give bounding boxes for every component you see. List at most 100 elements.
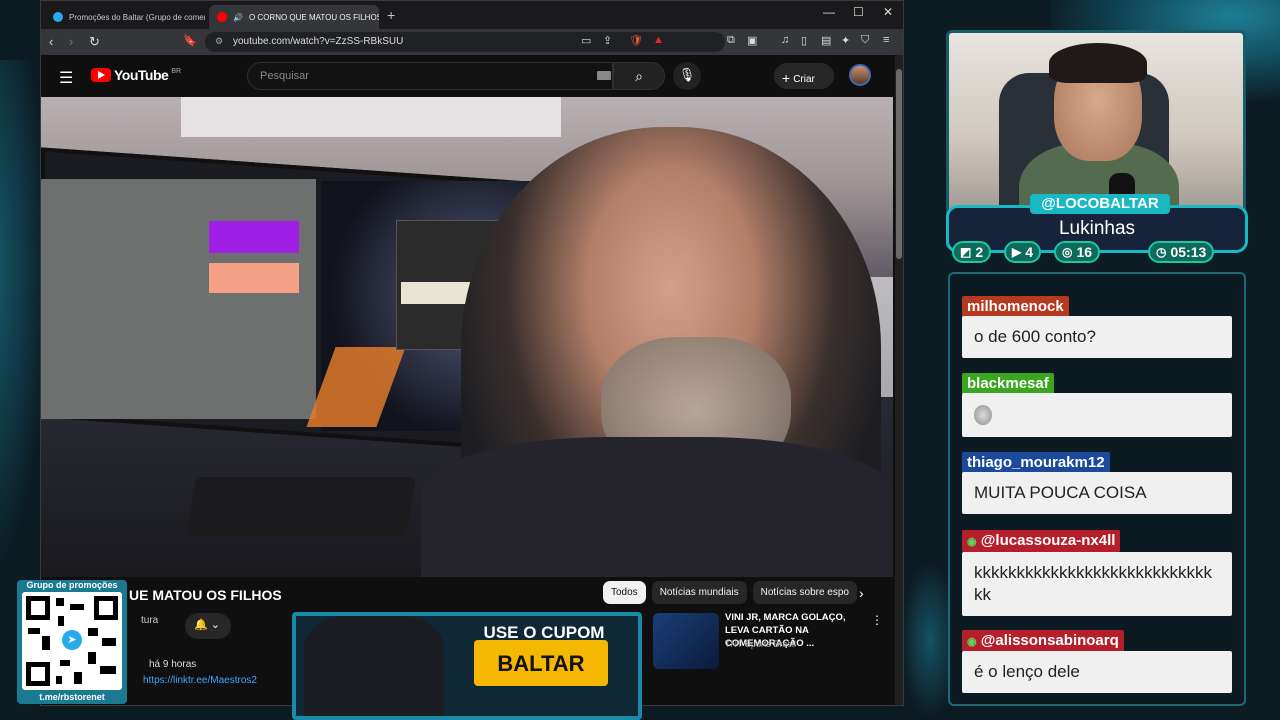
minimize-button[interactable]: — xyxy=(823,5,835,19)
screenshot-icon[interactable]: ▣ xyxy=(747,34,757,47)
logo-text: YouTube xyxy=(114,67,169,83)
video-frame-clip xyxy=(209,221,299,253)
tab-bar: Promoções do Baltar (Grupo de comentário… xyxy=(41,1,903,29)
chip-world-news[interactable]: Notícias mundiais xyxy=(651,581,747,604)
scrollbar[interactable] xyxy=(895,55,903,705)
bookmark-icon[interactable]: 🔖 xyxy=(183,34,197,47)
cast-icon[interactable]: ▭ xyxy=(581,34,591,47)
youtube-page: ☰ YouTube BR Pesquisar ⌕ 🎙 + Criar UE MA… xyxy=(41,55,903,705)
chevron-right-icon[interactable]: › xyxy=(859,585,864,601)
chat-username: milhomenock xyxy=(962,296,1069,318)
stat-value: 16 xyxy=(1076,244,1093,260)
stream-timer: ◷ 05:13 xyxy=(1148,241,1215,263)
avatar[interactable] xyxy=(849,64,871,86)
qr-label: Grupo de promoções xyxy=(26,580,118,590)
url-text: youtube.com/watch?v=ZzSS-RBkSUU xyxy=(233,36,404,47)
keyboard-icon[interactable] xyxy=(597,71,611,80)
maximize-button[interactable]: ☐ xyxy=(853,5,864,19)
reload-button[interactable]: ↻ xyxy=(89,34,100,50)
close-window-button[interactable]: ✕ xyxy=(883,5,893,19)
wallet-icon[interactable]: ▤ xyxy=(821,34,831,47)
qr-module xyxy=(100,666,116,674)
region-code: BR xyxy=(171,67,182,75)
video-frame-keyboard xyxy=(185,477,417,537)
coupon-code: BALTAR xyxy=(474,640,608,686)
url-field[interactable]: ⚙ youtube.com/watch?v=ZzSS-RBkSUU xyxy=(205,32,725,52)
clock-icon: ◷ xyxy=(1156,245,1167,259)
chip-sports-news[interactable]: Notícias sobre espo xyxy=(752,581,857,604)
youtube-play-icon xyxy=(91,68,111,82)
qr-module xyxy=(28,628,40,634)
video-frame-clip xyxy=(209,263,299,293)
chip-all[interactable]: Todos xyxy=(603,581,646,604)
brave-shield-icon[interactable]: 🛡 xyxy=(629,34,643,47)
rewards-icon[interactable]: ▲ xyxy=(653,34,664,46)
twitch-count: ◩ 2 xyxy=(952,241,992,263)
chip-bar: Todos Notícias mundiais Notícias sobre e… xyxy=(603,581,857,604)
forward-button[interactable]: › xyxy=(69,34,73,49)
qr-finder xyxy=(26,596,50,620)
qr-code[interactable]: ➤ xyxy=(22,592,122,690)
kick-icon: ◎ xyxy=(1062,245,1073,259)
kick-badge-icon: ◉ xyxy=(967,636,977,648)
youtube-logo[interactable]: YouTube BR xyxy=(91,67,181,83)
chat-message: kkkkkkkkkkkkkkkkkkkkkkkkkkkkkk xyxy=(962,552,1232,616)
notification-bell-button[interactable]: 🔔 ⌄ xyxy=(185,613,231,639)
search-button[interactable]: ⌕ xyxy=(613,62,665,90)
vpn-icon[interactable]: ⛉ xyxy=(861,34,869,47)
chat-message: MUITA POUCA COISA xyxy=(962,472,1232,514)
share-icon[interactable]: ⇪ xyxy=(603,34,612,47)
recommended-channel[interactable]: TNT Sports Brasil xyxy=(725,639,796,649)
streamer-name: Lukinhas xyxy=(1058,218,1136,239)
browser-window: Promoções do Baltar (Grupo de comentário… xyxy=(40,0,904,706)
recommended-thumbnail[interactable] xyxy=(653,613,719,669)
video-player[interactable] xyxy=(41,97,893,577)
chat-username: thiago_mourakm12 xyxy=(962,452,1110,474)
description-link[interactable]: https://linktr.ee/Maestros2 xyxy=(143,675,257,686)
youtube-header: ☰ YouTube BR Pesquisar ⌕ 🎙 + Criar xyxy=(41,55,903,97)
qr-module xyxy=(102,638,116,646)
username-text: @alissonsabinoarq xyxy=(980,632,1119,649)
stat-value: 2 xyxy=(975,244,984,260)
youtube-count: ▶ 4 xyxy=(1004,241,1042,263)
qr-module xyxy=(56,676,62,684)
menu-icon[interactable]: ☰ xyxy=(59,68,73,88)
extensions-icon[interactable]: ⧉ xyxy=(727,34,735,47)
twitch-icon: ◩ xyxy=(960,245,972,259)
username-text: @lucassouza-nx4ll xyxy=(980,532,1116,549)
plus-icon: + xyxy=(782,70,791,86)
video-frame-shelf xyxy=(181,97,561,137)
channel-name[interactable]: tura xyxy=(141,615,158,626)
chat-message: o de 600 conto? xyxy=(962,316,1232,358)
chat-username: blackmesaf xyxy=(962,373,1054,395)
telegram-icon: ➤ xyxy=(62,630,82,650)
scrollbar-thumb[interactable] xyxy=(896,69,902,259)
telegram-icon xyxy=(53,12,63,22)
site-info-icon[interactable]: ⚙ xyxy=(215,36,223,47)
kick-count: ◎ 16 xyxy=(1054,241,1101,263)
back-button[interactable]: ‹ xyxy=(49,34,53,49)
voice-search-button[interactable]: 🎙 xyxy=(673,62,701,90)
streamer-handle: @LOCOBALTAR xyxy=(1030,194,1170,214)
tab-title: Promoções do Baltar (Grupo de comentário… xyxy=(69,12,205,22)
menu-icon[interactable]: ≡ xyxy=(883,34,889,46)
sidebar-icon[interactable]: ▯ xyxy=(801,34,807,47)
create-button[interactable]: + Criar xyxy=(774,63,834,89)
search-input[interactable]: Pesquisar xyxy=(247,62,613,90)
chat-username: ◉ @alissonsabinoarq xyxy=(962,630,1124,652)
qr-module xyxy=(42,636,50,650)
upload-date: há 9 horas xyxy=(149,659,197,670)
music-icon[interactable]: ♫ xyxy=(781,34,789,46)
tab-youtube-video[interactable]: 🔊 O CORNO QUE MATOU OS FILHOS ✕ xyxy=(209,5,379,29)
new-tab-button[interactable]: + xyxy=(387,7,395,23)
tshirt-image xyxy=(304,616,444,716)
search-placeholder: Pesquisar xyxy=(260,70,309,82)
leo-ai-icon[interactable]: ✦ xyxy=(841,34,850,47)
chat-message xyxy=(962,393,1232,437)
search-icon: ⌕ xyxy=(635,68,643,84)
kick-badge-icon: ◉ xyxy=(967,536,977,548)
tab-promocoes[interactable]: Promoções do Baltar (Grupo de comentário… xyxy=(45,5,205,29)
youtube-icon: ▶ xyxy=(1012,245,1022,259)
more-options-icon[interactable]: ⋮ xyxy=(871,613,883,627)
qr-url: t.me/rbstorenet xyxy=(39,692,105,702)
